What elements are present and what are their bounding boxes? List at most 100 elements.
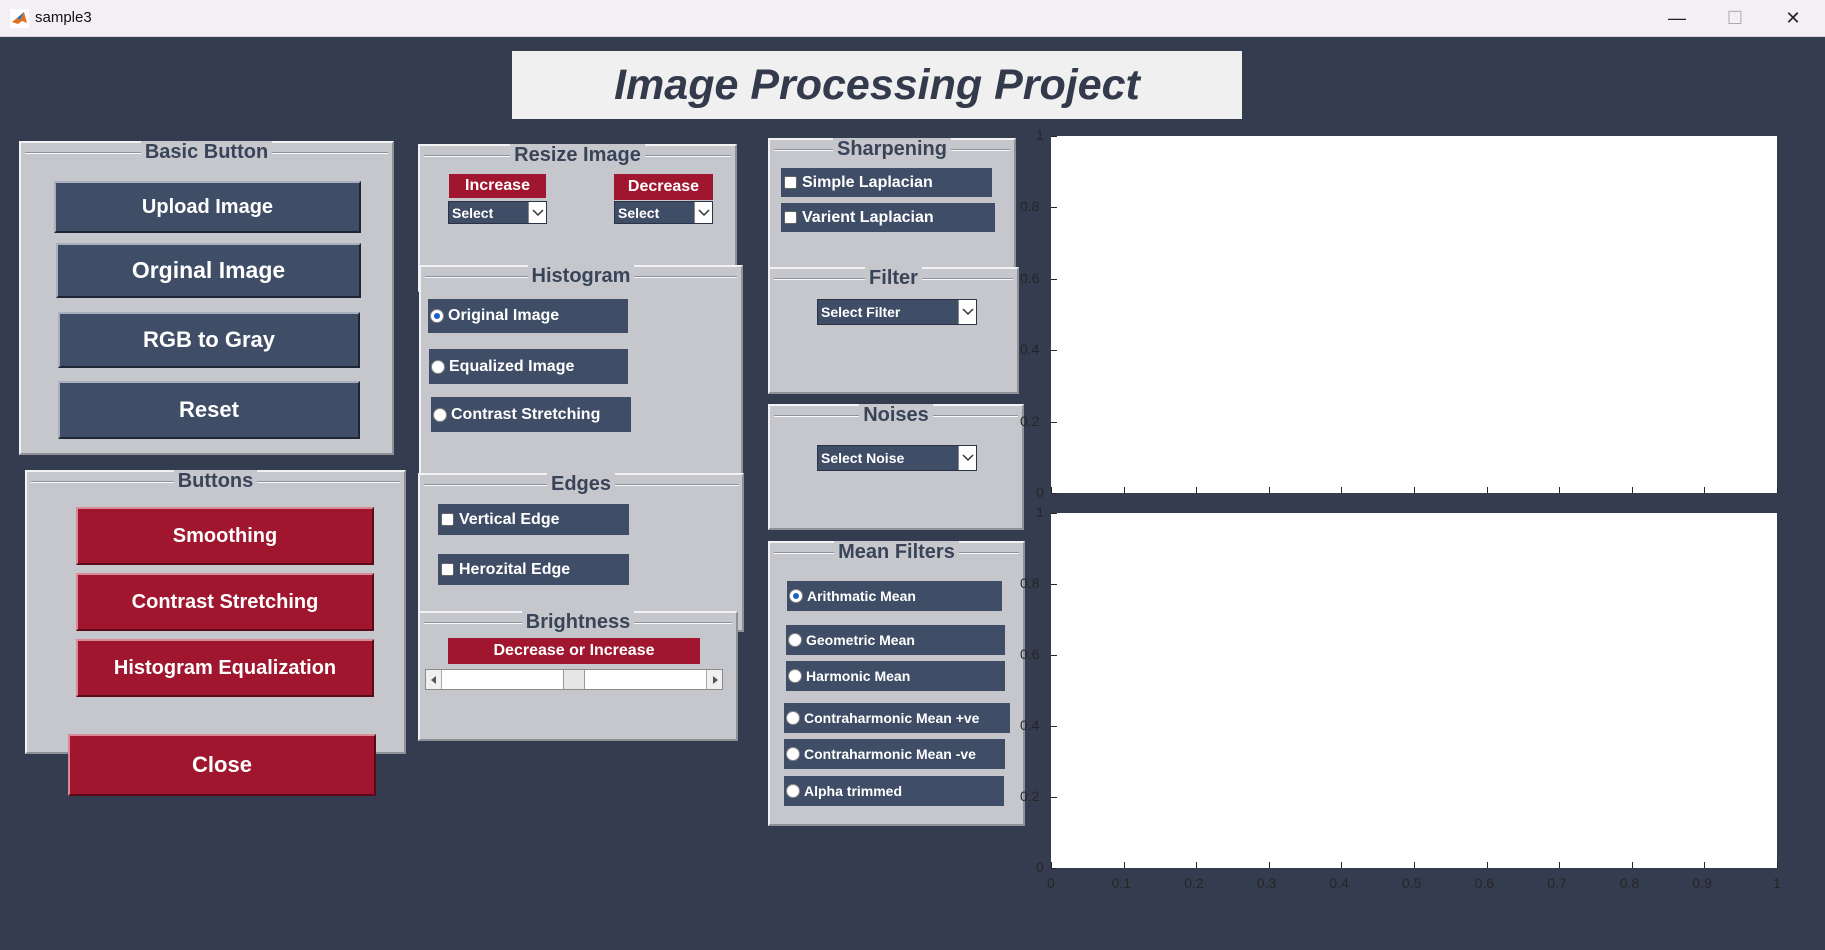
filter-select-value: Select Filter xyxy=(821,304,901,320)
basic-button-legend: Basic Button xyxy=(140,141,273,163)
histogram-option-label: Equalized Image xyxy=(449,357,575,375)
mean-option-contraharmonic-pos[interactable]: Contraharmonic Mean +ve xyxy=(784,703,1010,733)
simple-laplacian-label: Simple Laplacian xyxy=(802,173,933,191)
y-tick-mark xyxy=(1051,655,1057,656)
y-tick-mark xyxy=(1051,726,1057,727)
maximize-button[interactable]: ☐ xyxy=(1706,0,1764,37)
mean-option-contraharmonic-neg[interactable]: Contraharmonic Mean -ve xyxy=(784,739,1005,769)
y-tick-mark xyxy=(1051,493,1057,494)
simple-laplacian-checkbox[interactable]: Simple Laplacian xyxy=(781,168,992,197)
x-tick-label: 0.2 xyxy=(1184,875,1204,891)
minimize-button[interactable]: — xyxy=(1648,0,1706,37)
x-tick-mark xyxy=(1196,487,1198,493)
checkbox-icon xyxy=(441,513,454,526)
decrease-label: Decrease xyxy=(614,174,713,200)
x-tick-mark xyxy=(1341,862,1343,868)
x-tick-label: 0.8 xyxy=(1619,875,1640,891)
sharpening-legend: Sharpening xyxy=(832,138,951,160)
increase-select[interactable]: Select xyxy=(448,201,547,224)
y-tick-label: 0.6 xyxy=(1020,646,1040,662)
contrast-stretching-button[interactable]: Contrast Stretching xyxy=(76,573,374,631)
x-tick-mark xyxy=(1486,487,1488,493)
mean-option-arithmatic[interactable]: Arithmatic Mean xyxy=(787,581,1002,611)
radio-icon xyxy=(786,711,800,725)
histogram-option-label: Original Image xyxy=(448,307,560,324)
x-tick-mark xyxy=(1051,487,1052,493)
filter-legend: Filter xyxy=(865,267,922,289)
y-tick-mark xyxy=(1051,797,1057,798)
header-box: Image Processing Project xyxy=(512,51,1242,119)
brightness-legend: Brightness xyxy=(521,611,635,633)
slider-right-arrow-icon[interactable] xyxy=(706,670,722,689)
resize-image-legend: Resize Image xyxy=(510,144,645,166)
increase-select-value: Select xyxy=(452,204,494,221)
brightness-slider[interactable] xyxy=(425,669,723,690)
y-tick-mark xyxy=(1051,868,1057,869)
original-image-button[interactable]: Orginal Image xyxy=(56,243,361,298)
vertical-edge-label: Vertical Edge xyxy=(459,510,560,528)
mean-option-label: Contraharmonic Mean +ve xyxy=(804,710,980,726)
mean-option-alpha-trimmed[interactable]: Alpha trimmed xyxy=(784,776,1004,806)
decrease-select-value: Select xyxy=(618,204,660,221)
varient-laplacian-checkbox[interactable]: Varient Laplacian xyxy=(781,203,995,232)
image-axes-bottom xyxy=(1051,513,1777,868)
x-tick-mark xyxy=(1704,487,1706,493)
y-tick-label: 0.8 xyxy=(1020,198,1040,215)
histogram-option-original[interactable]: Original Image xyxy=(428,299,628,333)
x-tick-mark xyxy=(1123,487,1125,493)
mean-option-label: Arithmatic Mean xyxy=(807,588,916,604)
histogram-equalization-button[interactable]: Histogram Equalization xyxy=(76,639,374,697)
vertical-edge-checkbox[interactable]: Vertical Edge xyxy=(438,504,629,535)
x-tick-mark xyxy=(1268,487,1270,493)
histogram-option-contrast[interactable]: Contrast Stretching xyxy=(431,397,631,432)
mean-option-label: Geometric Mean xyxy=(806,632,915,648)
noise-select-value: Select Noise xyxy=(821,450,905,466)
horizontal-edge-checkbox[interactable]: Herozital Edge xyxy=(438,554,629,585)
histogram-option-equalized[interactable]: Equalized Image xyxy=(429,349,628,384)
x-tick-mark xyxy=(1704,862,1706,868)
y-tick-label: 0 xyxy=(1036,484,1044,500)
radio-icon xyxy=(433,407,447,422)
page-title: Image Processing Project xyxy=(614,60,1140,109)
y-tick-label: 0.8 xyxy=(1020,575,1040,591)
chevron-down-icon xyxy=(958,446,976,470)
x-tick-mark xyxy=(1777,487,1778,493)
x-tick-mark xyxy=(1631,487,1633,493)
close-window-button[interactable]: ✕ xyxy=(1764,0,1822,37)
radio-icon xyxy=(431,359,445,374)
y-tick-mark xyxy=(1051,513,1057,514)
radio-selected-icon xyxy=(789,589,803,603)
x-tick-mark xyxy=(1777,862,1778,868)
x-tick-mark xyxy=(1051,862,1052,868)
mean-option-geometric[interactable]: Geometric Mean xyxy=(786,625,1005,655)
x-tick-label: 0.9 xyxy=(1692,875,1712,891)
window-title: sample3 xyxy=(35,9,92,26)
y-tick-label: 0.4 xyxy=(1020,341,1040,358)
figure-canvas: Image Processing Project Basic Button Up… xyxy=(0,37,1825,950)
y-tick-label: 0.2 xyxy=(1020,788,1040,804)
decrease-select[interactable]: Select xyxy=(614,201,713,224)
filter-select[interactable]: Select Filter xyxy=(817,299,977,325)
mean-filters-legend: Mean Filters xyxy=(834,541,959,563)
x-tick-mark xyxy=(1196,862,1198,868)
y-tick-mark xyxy=(1051,136,1057,137)
noise-select[interactable]: Select Noise xyxy=(817,445,977,471)
rgb-to-gray-button[interactable]: RGB to Gray xyxy=(58,312,360,368)
mean-option-harmonic[interactable]: Harmonic Mean xyxy=(786,661,1005,691)
y-tick-label: 1 xyxy=(1036,504,1044,520)
upload-image-button[interactable]: Upload Image xyxy=(54,181,361,233)
x-tick-mark xyxy=(1631,862,1633,868)
close-button[interactable]: Close xyxy=(68,734,376,796)
x-tick-mark xyxy=(1414,862,1415,868)
reset-button[interactable]: Reset xyxy=(58,381,360,439)
x-tick-label: 0 xyxy=(1047,875,1055,891)
histogram-legend: Histogram xyxy=(527,265,635,287)
filter-panel: Filter xyxy=(768,267,1019,394)
horizontal-edge-label: Herozital Edge xyxy=(459,560,571,578)
smoothing-button[interactable]: Smoothing xyxy=(76,507,374,565)
noises-legend: Noises xyxy=(859,404,933,426)
x-tick-label: 0.6 xyxy=(1474,875,1495,891)
slider-thumb[interactable] xyxy=(563,670,585,689)
slider-left-arrow-icon[interactable] xyxy=(426,670,442,689)
y-tick-mark xyxy=(1051,278,1057,280)
